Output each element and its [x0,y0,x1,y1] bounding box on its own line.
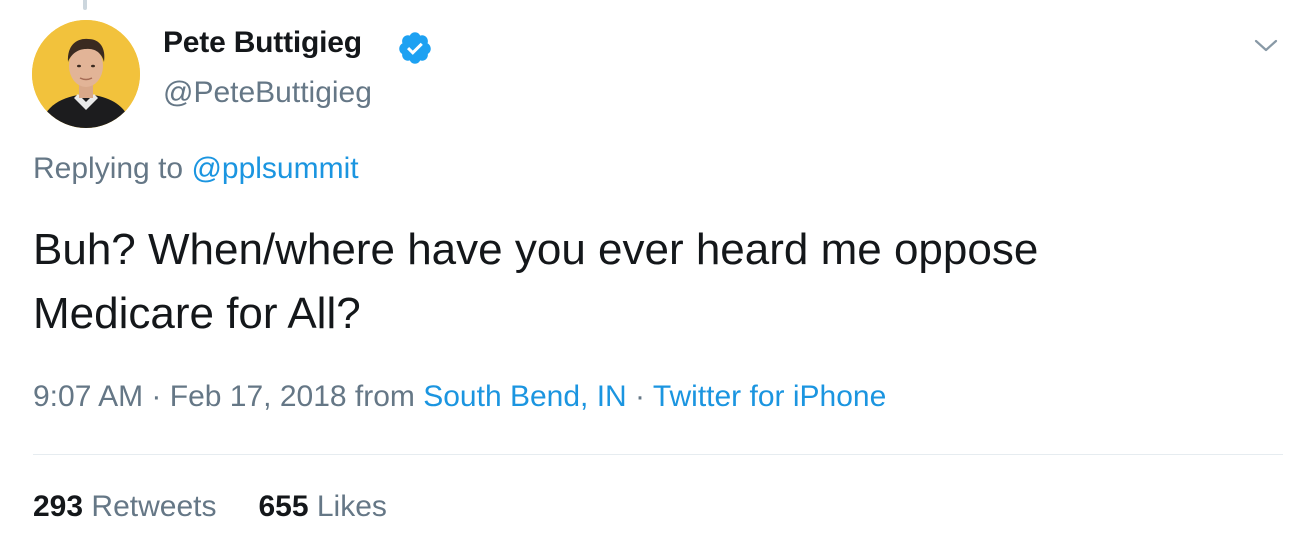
tweet-text-line: Buh? When/where have you ever heard me o… [33,225,1039,274]
replying-to-prefix: Replying to [33,152,184,185]
tweet-text: Buh? When/where have you ever heard me o… [33,218,1263,346]
tweet-source-link[interactable]: Twitter for iPhone [653,380,886,413]
author-handle[interactable]: @PeteButtigieg [163,76,372,110]
likes-count: 655 [258,490,309,523]
divider [33,454,1283,455]
chevron-down-icon[interactable] [1251,30,1281,60]
likes-label: Likes [316,490,387,523]
meta-separator: · [143,380,170,413]
retweets-count: 293 [33,490,84,523]
tweet-date[interactable]: Feb 17, 2018 [170,380,347,413]
tweet-stats: 293 Retweets 655 Likes [33,490,387,524]
likes-stat[interactable]: 655 Likes [258,490,386,523]
tweet-time[interactable]: 9:07 AM [33,380,143,413]
meta-from-label: from [346,380,424,413]
retweets-stat[interactable]: 293 Retweets [33,490,216,523]
avatar[interactable] [32,20,140,128]
thread-connector-line [83,0,87,10]
replying-to: Replying to @pplsummit [33,152,359,186]
reply-target-handle-link[interactable]: @pplsummit [191,152,358,185]
meta-separator: · [626,380,653,413]
tweet-text-line: Medicare for All? [33,289,361,338]
tweet-metadata: 9:07 AM · Feb 17, 2018 from South Bend, … [33,380,886,414]
verified-badge-icon [399,32,431,64]
retweets-label: Retweets [91,490,217,523]
tweet-location-link[interactable]: South Bend, IN [423,380,626,413]
author-name[interactable]: Pete Buttigieg [163,26,362,60]
